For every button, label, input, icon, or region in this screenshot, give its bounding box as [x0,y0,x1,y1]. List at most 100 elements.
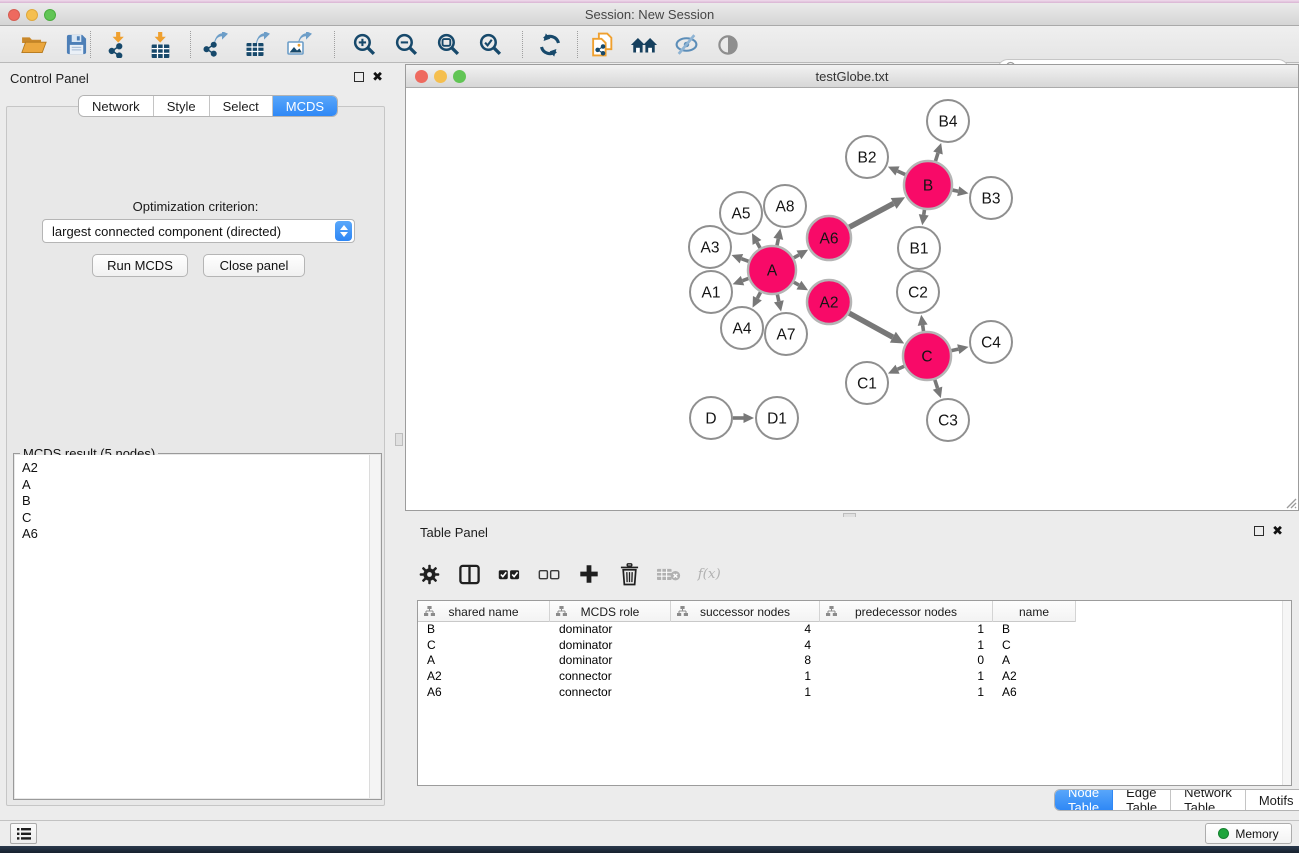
graph-edge-A-A8[interactable] [773,229,783,246]
add-row-icon[interactable] [577,562,601,586]
birdseye-view-icon[interactable] [714,31,742,59]
graph-node-B2[interactable]: B2 [846,136,888,178]
mcds-result-scrollbar[interactable] [369,455,380,798]
show-hide-graphics-icon[interactable] [672,31,700,59]
save-session-icon[interactable] [62,31,90,59]
optimization-criterion-dropdown[interactable]: largest connected component (directed) [42,219,355,243]
graph-edge-A6-B[interactable] [849,197,905,227]
graph-node-D1[interactable]: D1 [756,397,798,439]
graph-node-A[interactable]: A [748,246,796,294]
zoom-out-icon[interactable] [392,31,420,59]
zoom-fit-icon[interactable] [434,31,462,59]
column-header-MCDS-role[interactable]: MCDS role [550,601,671,622]
graph-node-C[interactable]: C [903,332,951,380]
delete-row-icon[interactable] [617,562,641,586]
close-panel-button[interactable]: Close panel [203,254,305,277]
graph-node-A8[interactable]: A8 [764,185,806,227]
tab-network[interactable]: Network [79,96,154,116]
table-row[interactable]: Bdominator41B [418,622,1291,638]
tab-mcds[interactable]: MCDS [273,96,337,116]
network-canvas[interactable]: A A1 A2 A3 A4 A5 A6 A7 A8 B B1 B2 B3B4 C C1 C2 C3C4 D D1 [406,88,1298,510]
table-row[interactable]: Adominator80A [418,653,1291,669]
graph-edge-B-B2[interactable] [888,166,905,175]
graph-node-A1[interactable]: A1 [690,271,732,313]
float-table-panel-icon[interactable] [1254,526,1264,536]
graph-edge-A-A3[interactable] [732,254,749,263]
split-panel-icon[interactable] [457,562,481,586]
graph-edge-A-A1[interactable] [733,276,749,285]
table-settings-gear-icon[interactable] [417,562,441,586]
graph-edge-A-A4[interactable] [753,292,762,307]
close-table-panel-icon[interactable]: ✖ [1272,526,1283,536]
tab-motifs[interactable]: Motifs [1246,790,1299,810]
memory-button[interactable]: Memory [1205,823,1292,844]
graph-node-A2[interactable]: A2 [807,280,851,324]
graph-node-A7[interactable]: A7 [765,313,807,355]
mcds-result-item[interactable]: C [22,510,380,527]
table-row[interactable]: A2connector11A2 [418,669,1291,685]
graph-node-C3[interactable]: C3 [927,399,969,441]
graph-node-B1[interactable]: B1 [898,227,940,269]
tab-edge-table[interactable]: Edge Table [1113,790,1171,810]
graph-node-D[interactable]: D [690,397,732,439]
table-row[interactable]: Cdominator41C [418,638,1291,654]
close-panel-icon[interactable]: ✖ [372,72,383,82]
graph-node-A4[interactable]: A4 [721,307,763,349]
tab-style[interactable]: Style [154,96,210,116]
mcds-result-item[interactable]: B [22,493,380,510]
select-all-icon[interactable] [497,562,521,586]
graph-edge-A-A2[interactable] [794,281,808,291]
graph-edge-C-C3[interactable] [933,380,943,398]
tab-network-table[interactable]: Network Table [1171,790,1246,810]
graph-node-A3[interactable]: A3 [689,226,731,268]
node-table-scrollbar[interactable] [1282,601,1291,785]
table-row[interactable]: A6connector11A6 [418,685,1291,701]
zoom-selected-icon[interactable] [476,31,504,59]
column-header-name[interactable]: name [993,601,1076,622]
graph-node-B3[interactable]: B3 [970,177,1012,219]
unselect-all-icon[interactable] [537,562,561,586]
graph-edge-A-A7[interactable] [774,294,784,311]
home-view-icon[interactable] [630,31,658,59]
column-header-shared-name[interactable]: shared name [418,601,550,622]
export-table-icon[interactable] [244,31,272,59]
float-panel-icon[interactable] [354,72,364,82]
refresh-network-icon[interactable] [536,31,564,59]
graph-node-B4[interactable]: B4 [927,100,969,142]
graph-node-B[interactable]: B [904,161,952,209]
mcds-result-item[interactable]: A6 [22,526,380,543]
graph-node-A6[interactable]: A6 [807,216,851,260]
column-header-predecessor-nodes[interactable]: predecessor nodes [820,601,993,622]
graph-node-A5[interactable]: A5 [720,192,762,234]
graph-edge-D-D1[interactable] [733,413,754,423]
graph-node-C2[interactable]: C2 [897,271,939,313]
panel-divider-gripper-vertical[interactable] [395,433,403,446]
graph-edge-A2-C[interactable] [849,313,904,343]
mcds-result-item[interactable]: A [22,477,380,494]
graph-node-C4[interactable]: C4 [970,321,1012,363]
graph-edge-B-B3[interactable] [952,186,968,196]
column-header-successor-nodes[interactable]: successor nodes [671,601,820,622]
graph-edge-C-C2[interactable] [918,315,928,331]
zoom-in-icon[interactable] [350,31,378,59]
network-graph[interactable]: A A1 A2 A3 A4 A5 A6 A7 A8 B B1 B2 B3B4 C C1 C2 C3C4 D D1 [406,88,1298,510]
open-session-icon[interactable] [20,31,48,59]
graph-edge-B-B4[interactable] [933,143,943,161]
import-table-icon[interactable] [146,31,174,59]
graph-edge-C-C4[interactable] [951,344,968,354]
import-network-icon[interactable] [104,31,132,59]
task-history-button[interactable] [10,823,37,844]
run-mcds-button[interactable]: Run MCDS [92,254,188,277]
duplicate-network-icon[interactable] [588,31,616,59]
export-network-icon[interactable] [202,31,230,59]
export-image-icon[interactable] [286,31,314,59]
graph-edge-A-A6[interactable] [794,250,808,260]
mcds-result-item[interactable]: A2 [22,460,380,477]
tab-select[interactable]: Select [210,96,273,116]
graph-edge-C-C1[interactable] [888,365,904,374]
window-resize-grip[interactable] [1284,496,1297,509]
graph-edge-B-B1[interactable] [919,210,929,225]
graph-edge-A-A5[interactable] [752,233,761,248]
graph-node-C1[interactable]: C1 [846,362,888,404]
tab-node-table[interactable]: Node Table [1055,790,1113,810]
